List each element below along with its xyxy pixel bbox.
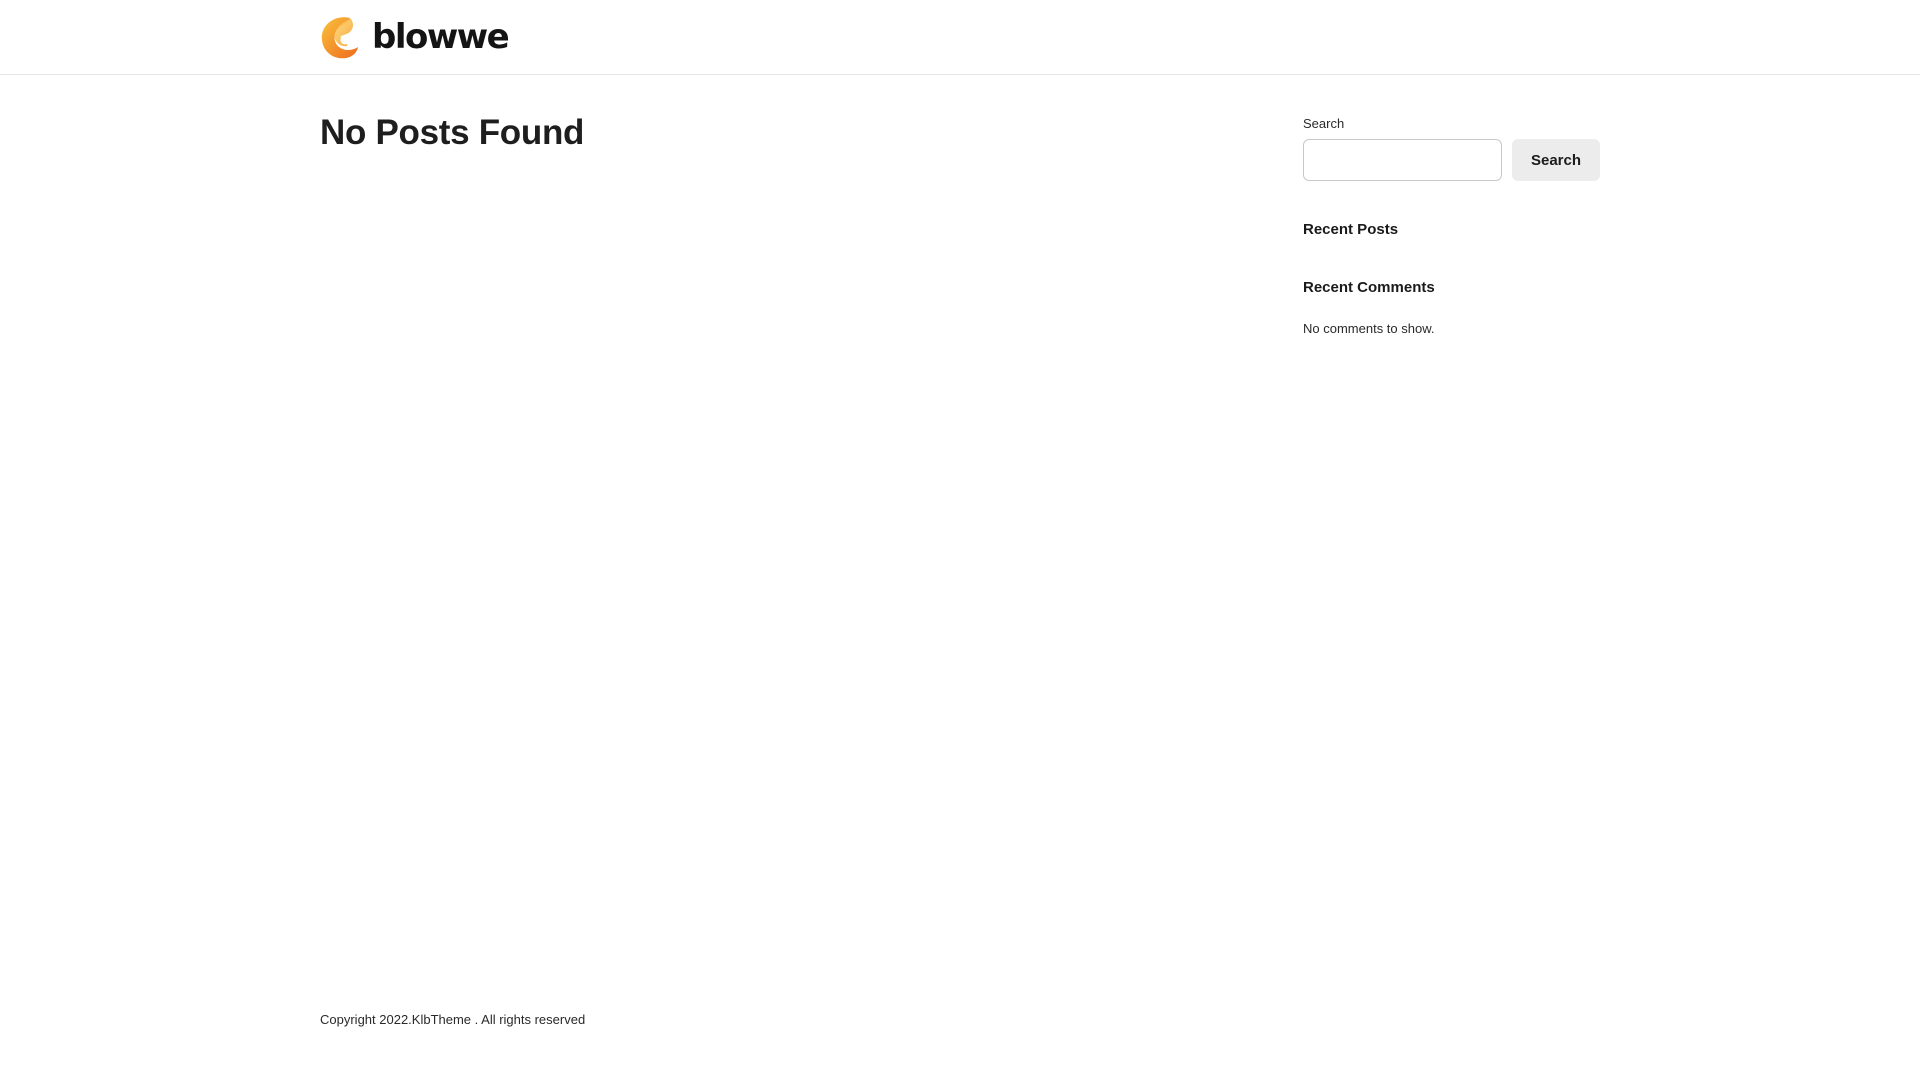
recent-posts-heading: Recent Posts [1303,221,1399,238]
logo-wordmark: blowwe [372,17,510,57]
search-label: Search [1303,116,1345,131]
blowwe-logo-icon [321,17,358,59]
search-button[interactable]: Search [1512,139,1600,181]
recent-comments-heading: Recent Comments [1303,279,1435,296]
page-title: No Posts Found [320,113,585,152]
site-header: blowwe [0,0,1920,75]
site-footer: Copyright 2022.KlbTheme . All rights res… [320,1010,585,1030]
search-input[interactable] [1303,139,1502,181]
site-logo-link[interactable]: blowwe [320,14,510,60]
no-comments-message: No comments to show. [1303,321,1435,336]
copyright-text: Copyright 2022.KlbTheme . All rights res… [320,1012,586,1027]
